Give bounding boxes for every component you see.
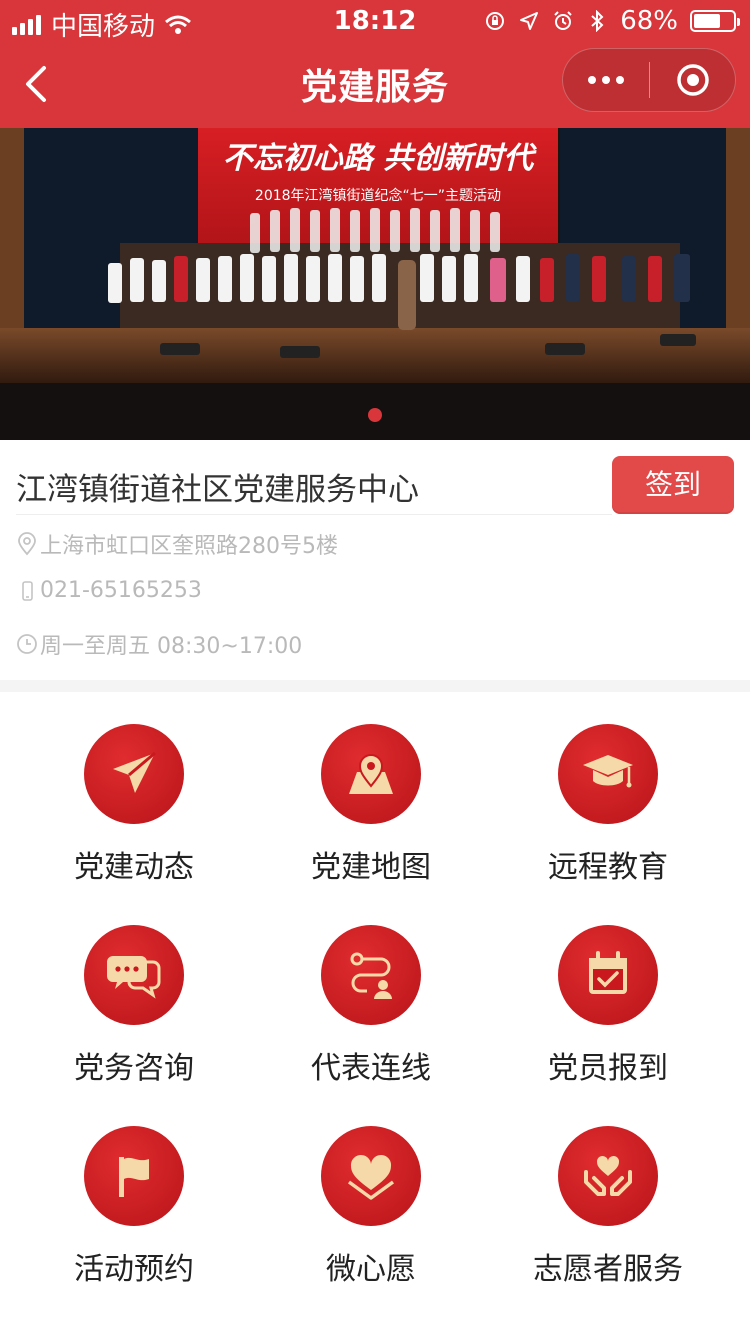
address-row[interactable]: 上海市虹口区奎照路280号5楼: [16, 528, 338, 560]
top-bar: 中国移动 18:12 68% 党建服务: [0, 0, 750, 128]
service-representative-line[interactable]: 代表连线: [246, 893, 496, 1093]
close-mini-program-button[interactable]: [650, 49, 735, 111]
hours-text: 周一至周五 08:30~17:00: [40, 634, 303, 659]
phone-text: 021-65165253: [40, 578, 202, 603]
hands-heart-icon: [584, 1155, 632, 1196]
mini-program-capsule: [562, 48, 736, 112]
center-info-card: 江湾镇街道社区党建服务中心 签到 上海市虹口区奎照路280号5楼 021-651…: [0, 440, 750, 680]
carousel-indicator: [0, 408, 750, 422]
service-icon-circle: [84, 1126, 184, 1226]
service-icon-circle: [558, 724, 658, 824]
address-text: 上海市虹口区奎照路280号5楼: [40, 534, 338, 559]
service-label: 党务咨询: [74, 1051, 194, 1086]
service-remote-education[interactable]: 远程教育: [483, 692, 733, 892]
banner-headline: 不忘初心路 共创新时代: [223, 141, 537, 176]
banner-subline: 2018年江湾镇街道纪念“七一”主题活动: [255, 187, 501, 204]
location-arrow-icon: [520, 12, 539, 30]
hours-row: 周一至周五 08:30~17:00: [16, 628, 302, 660]
center-name: 江湾镇街道社区党建服务中心: [16, 472, 419, 508]
active-dot: [368, 408, 382, 422]
rotation-lock-icon: [486, 12, 505, 30]
service-label: 党员报到: [548, 1051, 668, 1086]
service-grid: 党建动态 党建地图 远程教育 党务咨询 代表连线 党员报到 活动预约 微心愿 志…: [0, 692, 750, 1334]
alarm-icon: [554, 11, 572, 30]
route-person-icon: [350, 952, 392, 999]
location-pin-icon: [18, 532, 36, 556]
status-bar: 中国移动 18:12 68%: [0, 0, 750, 42]
nav-bar: 党建服务: [0, 40, 750, 128]
service-label: 志愿者服务: [533, 1252, 683, 1287]
paper-plane-icon: [113, 751, 156, 793]
clock-icon: [17, 634, 37, 654]
service-micro-wish[interactable]: 微心愿: [246, 1094, 496, 1294]
service-icon-circle: [84, 925, 184, 1025]
service-icon-circle: [321, 724, 421, 824]
check-in-button[interactable]: 签到: [612, 456, 734, 514]
phone-icon: [22, 580, 33, 601]
more-options-button[interactable]: [563, 49, 649, 111]
calendar-check-icon: [589, 951, 627, 994]
bluetooth-icon: [591, 10, 604, 32]
service-icon-circle: [321, 1126, 421, 1226]
service-label: 党建动态: [74, 850, 194, 885]
service-icon-circle: [321, 925, 421, 1025]
phone-row[interactable]: 021-65165253: [16, 578, 202, 603]
service-activity-booking[interactable]: 活动预约: [9, 1094, 259, 1294]
service-icon-circle: [558, 1126, 658, 1226]
target-close-icon: [676, 64, 709, 96]
service-label: 远程教育: [548, 850, 668, 885]
battery-percent: 68%: [620, 6, 678, 36]
service-label: 微心愿: [326, 1252, 416, 1287]
graduation-cap-icon: [583, 755, 633, 788]
service-label: 活动预约: [74, 1252, 194, 1287]
banner-carousel[interactable]: 不忘初心路 共创新时代 2018年江湾镇街道纪念“七一”主题活动: [0, 128, 750, 440]
title-divider: [16, 514, 612, 515]
chat-bubbles-icon: [107, 956, 161, 999]
service-icon-circle: [558, 925, 658, 1025]
service-party-consult[interactable]: 党务咨询: [9, 893, 259, 1093]
battery-icon: [690, 10, 740, 32]
heart-icon: [347, 1154, 395, 1200]
service-volunteer[interactable]: 志愿者服务: [483, 1094, 733, 1294]
service-label: 代表连线: [311, 1051, 431, 1086]
service-label: 党建地图: [311, 850, 431, 885]
service-party-news[interactable]: 党建动态: [9, 692, 259, 892]
service-icon-circle: [84, 724, 184, 824]
banner-photo: 不忘初心路 共创新时代 2018年江湾镇街道纪念“七一”主题活动: [0, 128, 750, 440]
flag-icon: [119, 1157, 149, 1197]
service-member-register[interactable]: 党员报到: [483, 893, 733, 1093]
status-right: 68%: [484, 6, 740, 36]
map-pin-icon: [349, 754, 393, 794]
service-party-map[interactable]: 党建地图: [246, 692, 496, 892]
